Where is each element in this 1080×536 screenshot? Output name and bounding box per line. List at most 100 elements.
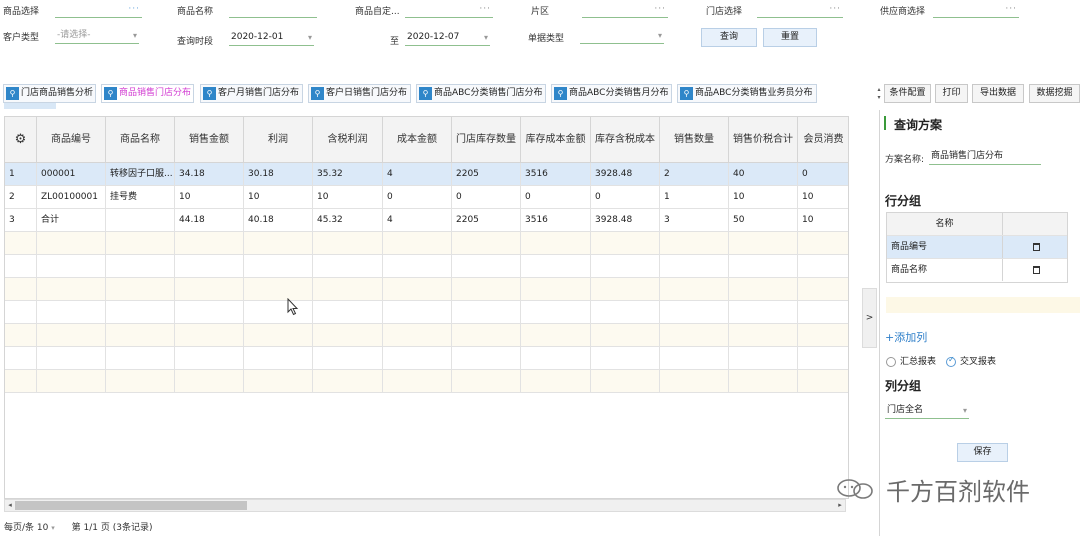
save-button[interactable]: 保存 <box>957 443 1008 462</box>
data-mining-button[interactable]: 数据挖掘 <box>1029 84 1080 103</box>
table-cell <box>660 278 729 300</box>
condition-config-button[interactable]: 条件配置 <box>884 84 931 103</box>
column-header[interactable]: 库存成本金额 <box>521 117 591 163</box>
supplier-select-input[interactable]: ··· <box>933 2 1019 18</box>
radio-icon[interactable] <box>886 356 896 367</box>
column-header[interactable]: 会员消费 <box>798 117 848 163</box>
tab-abc-store[interactable]: ⚲ 商品ABC分类销售门店分布 <box>416 84 546 103</box>
more-dots-icon[interactable]: ··· <box>829 2 841 17</box>
scrollbar-thumb[interactable] <box>15 501 247 510</box>
col-group-select[interactable]: 门店全名 ▾ <box>885 403 969 419</box>
cross-report-option[interactable]: 交叉报表 <box>946 354 996 367</box>
tab-customer-day-store[interactable]: ⚲ 客户日销售门店分布 <box>308 84 411 103</box>
more-dots-icon[interactable]: ··· <box>128 2 140 17</box>
column-header[interactable]: 商品名称 <box>106 117 175 163</box>
chevron-down-icon: ▾ <box>483 33 488 42</box>
empty-row <box>5 232 848 255</box>
table-cell <box>106 278 175 300</box>
column-header[interactable]: 销售数量 <box>660 117 729 163</box>
table-row[interactable]: 2 ZL00100001 挂号费 10 10 10 0 0 0 0 1 10 10 <box>5 186 848 209</box>
doc-type-select[interactable]: ▾ <box>580 28 664 44</box>
tab-store-product-analysis[interactable]: ⚲ 门店商品销售分析 <box>3 84 96 103</box>
table-cell <box>660 370 729 392</box>
table-cell <box>313 278 383 300</box>
reset-button[interactable]: 重置 <box>763 28 817 47</box>
column-header[interactable]: 含税利润 <box>313 117 383 163</box>
table-cell <box>452 255 521 277</box>
store-select-input[interactable]: ··· <box>757 2 843 18</box>
add-column-link[interactable]: +添加列 <box>885 329 927 345</box>
table-cell <box>729 301 798 323</box>
export-button[interactable]: 导出数据 <box>972 84 1024 103</box>
scroll-arrows-icon[interactable]: ▴ ▾ <box>875 86 883 106</box>
customer-type-select[interactable]: -请选择- ▾ <box>55 28 139 44</box>
column-header[interactable]: 销售价税合计 <box>729 117 798 163</box>
trash-icon[interactable] <box>1003 259 1069 281</box>
table-cell <box>660 347 729 369</box>
more-dots-icon[interactable]: ··· <box>654 2 666 17</box>
table-cell: 3516 <box>521 209 591 231</box>
table-cell <box>383 301 452 323</box>
column-header[interactable]: 商品编号 <box>37 117 106 163</box>
empty-row <box>5 347 848 370</box>
table-cell: 4 <box>383 209 452 231</box>
table-cell <box>660 255 729 277</box>
gear-icon[interactable]: ⚙ <box>5 117 37 163</box>
report-icon: ⚲ <box>311 87 324 100</box>
table-row[interactable]: 3 合计 44.18 40.18 45.32 4 2205 3516 3928.48 3 50 10 <box>5 209 848 232</box>
tab-abc-month[interactable]: ⚲ 商品ABC分类销售月分布 <box>551 84 672 103</box>
table-cell <box>729 347 798 369</box>
product-name-input[interactable] <box>229 2 317 18</box>
tab-abc-salesman[interactable]: ⚲ 商品ABC分类销售业务员分布 <box>677 84 817 103</box>
panel-title: 查询方案 <box>894 118 943 132</box>
row-group-header-action <box>1003 213 1069 235</box>
product-select-input[interactable]: ··· <box>55 2 142 18</box>
scroll-right-icon[interactable]: ▸ <box>835 500 845 511</box>
summary-report-option[interactable]: 汇总报表 <box>886 354 936 367</box>
table-cell: 34.18 <box>175 163 244 185</box>
date-to-input[interactable]: 2020-12-07 ▾ <box>405 30 490 46</box>
trash-icon[interactable] <box>1003 236 1069 258</box>
tab-label: 商品ABC分类销售门店分布 <box>434 88 543 98</box>
more-dots-icon[interactable]: ··· <box>1005 2 1017 17</box>
empty-row <box>5 324 848 347</box>
row-group-item[interactable]: 商品编号 <box>887 236 1067 259</box>
table-cell: 2205 <box>452 209 521 231</box>
more-dots-icon[interactable]: ··· <box>479 2 491 17</box>
row-number-cell: 1 <box>5 163 37 185</box>
scheme-name-input[interactable]: 商品销售门店分布 <box>929 149 1041 165</box>
tab-product-store-distribution[interactable]: ⚲ 商品销售门店分布 <box>101 84 194 103</box>
table-cell <box>313 347 383 369</box>
horizontal-scrollbar[interactable]: ◂ ▸ <box>4 499 846 512</box>
table-cell: 50 <box>729 209 798 231</box>
row-group-item[interactable]: 商品名称 <box>887 259 1067 282</box>
panel-collapse-button[interactable]: > <box>862 288 877 348</box>
date-from-input[interactable]: 2020-12-01 ▾ <box>229 30 314 46</box>
query-button[interactable]: 查询 <box>701 28 757 47</box>
date-from-value: 2020-12-01 <box>231 32 284 42</box>
print-button[interactable]: 打印 <box>935 84 968 103</box>
table-cell <box>798 255 848 277</box>
radio-checked-icon[interactable] <box>946 355 956 367</box>
tab-customer-month-store[interactable]: ⚲ 客户月销售门店分布 <box>200 84 303 103</box>
table-cell: 2 <box>660 163 729 185</box>
table-cell: 0 <box>521 186 591 208</box>
scroll-left-icon[interactable]: ◂ <box>5 500 15 511</box>
column-header[interactable]: 利润 <box>244 117 313 163</box>
table-cell <box>244 255 313 277</box>
column-header[interactable]: 成本金额 <box>383 117 452 163</box>
area-input[interactable]: ··· <box>582 2 668 18</box>
column-header[interactable]: 门店库存数量 <box>452 117 521 163</box>
per-page-select[interactable]: 10 ▾ <box>37 523 55 533</box>
column-header[interactable]: 库存含税成本 <box>591 117 660 163</box>
table-row[interactable]: 1 000001 转移因子口服... 34.18 30.18 35.32 4 2205 3516… <box>5 163 848 186</box>
product-custom-input[interactable]: ··· <box>405 2 493 18</box>
empty-row <box>5 370 848 393</box>
table-cell: 10 <box>313 186 383 208</box>
table-cell: 40 <box>729 163 798 185</box>
per-page-value: 10 <box>36 523 49 533</box>
column-header[interactable]: 销售金额 <box>175 117 244 163</box>
table-cell <box>37 255 106 277</box>
table-cell: 44.18 <box>175 209 244 231</box>
row-number-cell <box>5 370 37 392</box>
